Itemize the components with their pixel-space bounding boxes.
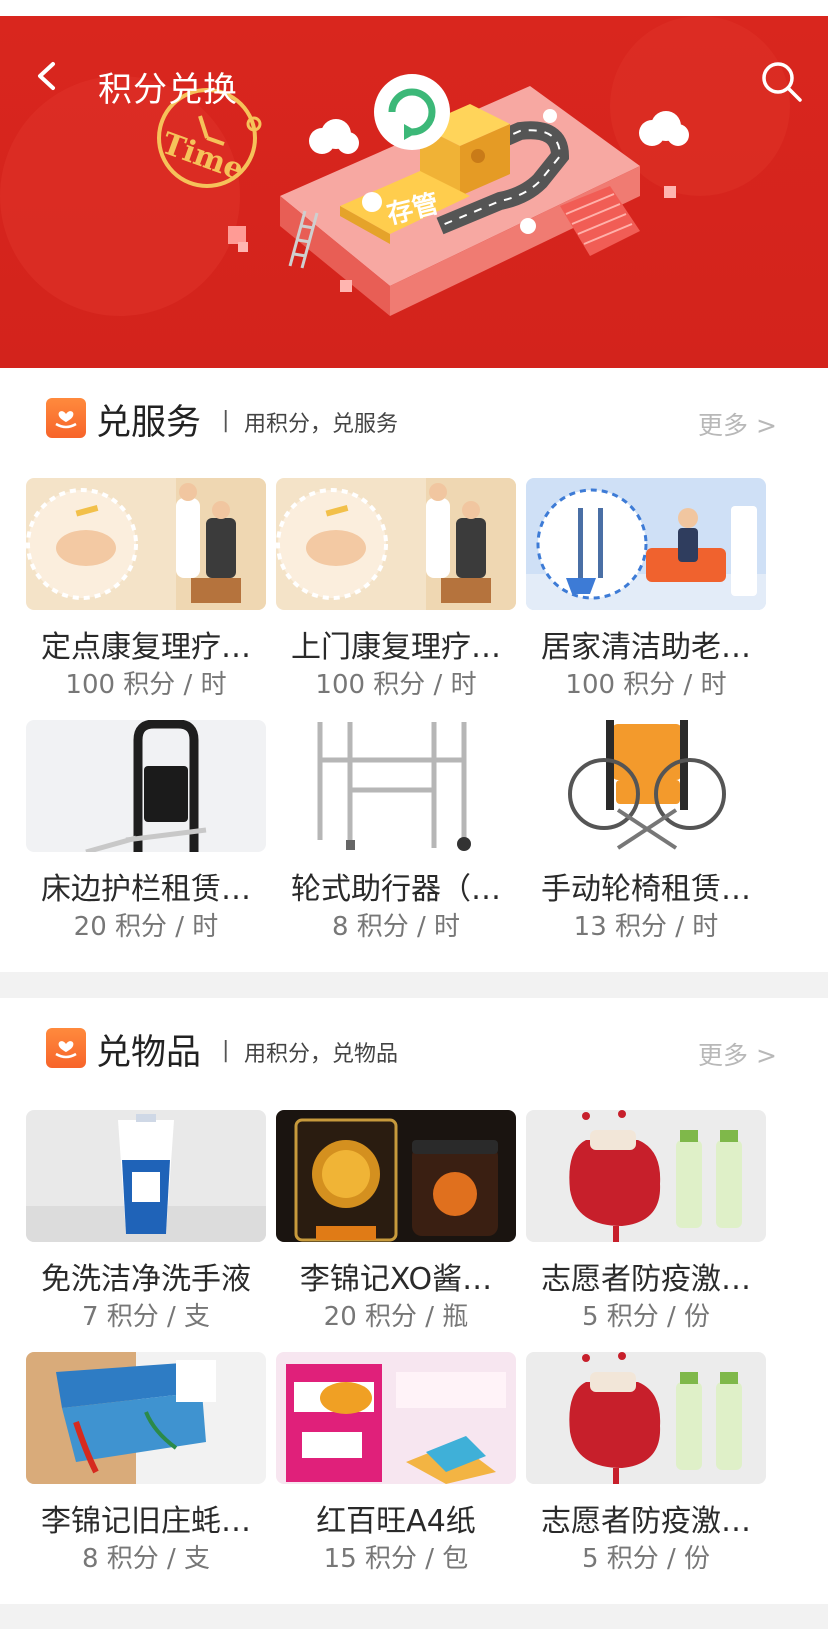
goods-price: 7 积分 / 支: [81, 1302, 211, 1332]
service-name: 手动轮椅租赁…: [541, 872, 751, 907]
goods-subtitle: 用积分，兑物品: [244, 1042, 399, 1067]
goods-price: 5 积分 / 份: [581, 1302, 711, 1332]
service-thumbnail: [26, 478, 266, 610]
goods-thumbnail: [526, 1352, 766, 1484]
service-name: 定点康复理疗…: [41, 630, 251, 665]
goods-thumbnail: [276, 1110, 516, 1242]
goods-name: 志愿者防疫激…: [541, 1262, 751, 1297]
service-name: 轮式助行器（…: [291, 872, 501, 907]
goods-card[interactable]: 李锦记旧庄蚝… 8 积分 / 支: [26, 1352, 266, 1574]
section-divider: [0, 972, 828, 998]
service-card[interactable]: 轮式助行器（… 8 积分 / 时: [276, 720, 516, 942]
services-separator: |: [222, 408, 230, 433]
service-price: 20 积分 / 时: [73, 912, 219, 942]
service-name: 床边护栏租赁…: [41, 872, 251, 907]
section-divider: [0, 1604, 828, 1629]
heart-hand-icon: [46, 1028, 86, 1068]
service-card[interactable]: 手动轮椅租赁… 13 积分 / 时: [526, 720, 766, 942]
service-name: 上门康复理疗…: [291, 630, 501, 665]
service-thumbnail: [26, 720, 266, 852]
service-thumbnail: [526, 478, 766, 610]
goods-title: 兑物品: [96, 1033, 202, 1073]
goods-name: 志愿者防疫激…: [541, 1504, 751, 1539]
service-thumbnail: [526, 720, 766, 852]
service-price: 8 积分 / 时: [331, 912, 461, 942]
services-section: 兑服务 | 用积分，兑服务 更多 > 定点康复理疗… 100 积分 / 时 上门…: [0, 368, 828, 972]
goods-card[interactable]: 免洗洁净洗手液 7 积分 / 支: [26, 1110, 266, 1332]
goods-thumbnail: [26, 1110, 266, 1242]
goods-price: 8 积分 / 支: [81, 1544, 211, 1574]
service-thumbnail: [276, 478, 516, 610]
service-price: 100 积分 / 时: [565, 670, 727, 700]
services-title: 兑服务: [96, 403, 202, 443]
goods-card[interactable]: 红百旺A4纸 15 积分 / 包: [276, 1352, 516, 1574]
page-title: 积分兑换: [98, 70, 238, 110]
goods-price: 15 积分 / 包: [323, 1544, 469, 1574]
goods-card[interactable]: 志愿者防疫激… 5 积分 / 份: [526, 1110, 766, 1332]
back-button[interactable]: [28, 56, 64, 96]
goods-separator: |: [222, 1038, 230, 1063]
service-price: 100 积分 / 时: [315, 670, 477, 700]
status-strip: [0, 0, 828, 16]
service-card[interactable]: 居家清洁助老… 100 积分 / 时: [526, 478, 766, 700]
goods-section: 兑物品 | 用积分，兑物品 更多 > 免洗洁净洗手液 7 积分 / 支 李锦记X…: [0, 998, 828, 1604]
goods-name: 红百旺A4纸: [316, 1504, 476, 1539]
goods-name: 免洗洁净洗手液: [41, 1262, 251, 1297]
service-thumbnail: [276, 720, 516, 852]
services-subtitle: 用积分，兑服务: [244, 412, 399, 437]
service-card[interactable]: 床边护栏租赁… 20 积分 / 时: [26, 720, 266, 942]
goods-thumbnail: [276, 1352, 516, 1484]
services-more-link[interactable]: 更多 >: [698, 406, 777, 442]
goods-header: 兑物品 | 用积分，兑物品 更多 >: [0, 998, 828, 1098]
goods-thumbnail: [526, 1110, 766, 1242]
goods-price: 20 积分 / 瓶: [323, 1302, 469, 1332]
chevron-left-icon: [38, 62, 55, 90]
service-card[interactable]: 定点康复理疗… 100 积分 / 时: [26, 478, 266, 700]
search-button[interactable]: [760, 60, 804, 104]
service-price: 100 积分 / 时: [65, 670, 227, 700]
goods-price: 5 积分 / 份: [581, 1544, 711, 1574]
goods-more-link[interactable]: 更多 >: [698, 1036, 777, 1072]
goods-card[interactable]: 志愿者防疫激… 5 积分 / 份: [526, 1352, 766, 1574]
goods-card[interactable]: 李锦记XO酱… 20 积分 / 瓶: [276, 1110, 516, 1332]
services-header: 兑服务 | 用积分，兑服务 更多 >: [0, 368, 828, 468]
service-card[interactable]: 上门康复理疗… 100 积分 / 时: [276, 478, 516, 700]
search-icon: [762, 62, 802, 102]
goods-name: 李锦记XO酱…: [299, 1262, 493, 1297]
header-banner: 存管 Time 积分兑换: [0, 16, 828, 368]
service-price: 13 积分 / 时: [573, 912, 719, 942]
goods-thumbnail: [26, 1352, 266, 1484]
heart-hand-icon: [46, 398, 86, 438]
service-name: 居家清洁助老…: [541, 630, 751, 665]
goods-name: 李锦记旧庄蚝…: [41, 1504, 251, 1539]
